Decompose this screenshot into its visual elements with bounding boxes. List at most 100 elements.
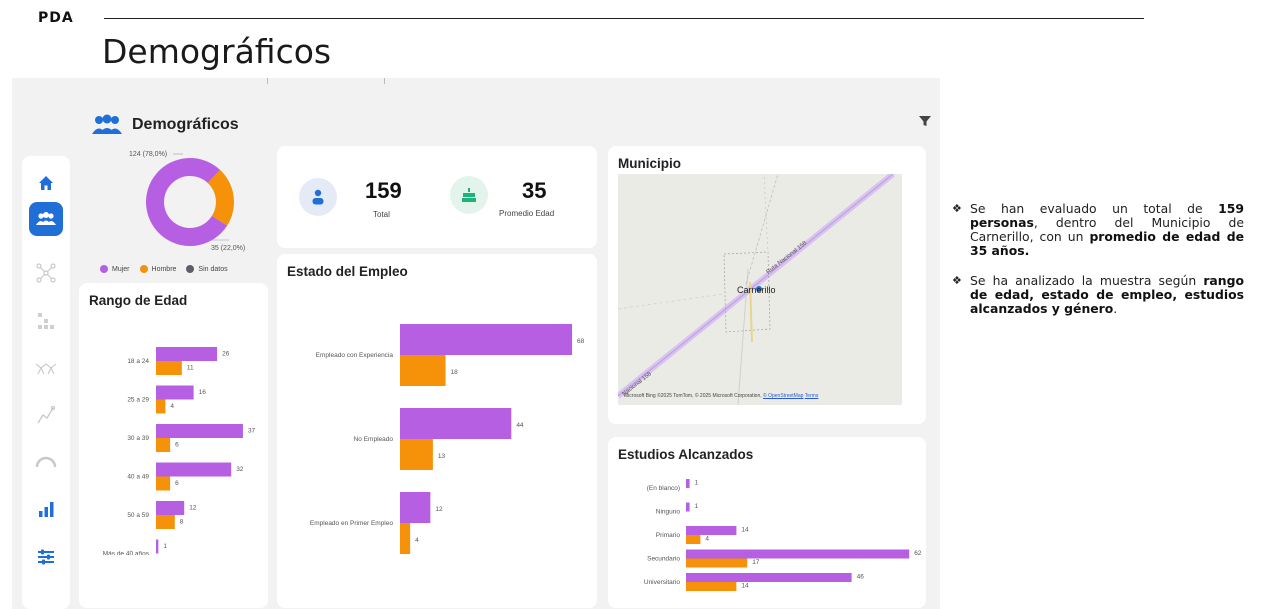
legend-item-sin-datos: Sin datos (186, 265, 228, 273)
note-run: . (1113, 301, 1118, 316)
rango-edad-chart: 18 a 24261125 a 2916430 a 3937640 a 4932… (103, 347, 256, 556)
estudios-chart: (En blanco) 1 Ninguno 1 Primario 14 4 Secundari… (644, 479, 922, 591)
bar-mujer (156, 424, 243, 438)
dashboard-title: Demográficos (132, 116, 239, 133)
bar-mujer (156, 385, 194, 400)
data-label: 18 (451, 369, 459, 376)
terms-link[interactable]: Terms (805, 393, 819, 399)
sidebar-item-home[interactable] (29, 166, 63, 200)
bar-hombre (400, 355, 446, 386)
osm-link[interactable]: © OpenStreetMap (763, 393, 803, 399)
data-label: 4 (705, 536, 709, 543)
age-label: Promedio Edad (499, 209, 555, 218)
divider (267, 78, 268, 84)
data-label: 13 (438, 453, 446, 460)
note-paragraph-1: ❖ Se han evaluado un total de 159 persona… (952, 202, 1244, 258)
category-label: Empleado en Primer Empleo (310, 520, 393, 527)
category-label: Universitario (644, 579, 681, 586)
bar-mujer (686, 526, 737, 535)
data-label: 37 (248, 428, 256, 435)
sidebar-item-demograficos[interactable] (29, 202, 63, 236)
sidebar-item-settings[interactable] (29, 540, 63, 574)
slide: PDA Demográficos Demográficos 124 (78,0%… (0, 0, 1265, 609)
data-label: 12 (189, 505, 197, 512)
empleo-chart: Empleado con Experiencia 68 18 No Empleado 4… (310, 324, 585, 554)
bar-hombre (400, 523, 411, 554)
category-label: Secundario (647, 556, 680, 563)
data-label: 6 (175, 480, 179, 487)
note-text: Se han evaluado un total de 159 personas… (970, 201, 1244, 258)
sidebar-item-bar-chart[interactable] (29, 492, 63, 526)
category-label: 18 a 24 (127, 358, 149, 365)
data-label: 32 (236, 466, 244, 473)
category-label: 50 a 59 (127, 512, 149, 519)
data-label: 12 (435, 506, 443, 513)
person-icon (312, 189, 324, 205)
dashboard-header: Demográficos (90, 114, 239, 136)
map-attribution: Microsoft Bing ©2025 TomTom, © 2025 Micr… (624, 393, 818, 399)
gender-legend: Mujer Hombre Sin datos (100, 265, 228, 273)
slide-title: Demográficos (102, 32, 332, 71)
kpi-card: 159 Total 35 Promedio Edad (277, 146, 597, 248)
bar-hombre (156, 438, 171, 452)
mesh-icon (35, 363, 57, 375)
rango-edad-card: Rango de Edad 18 a 24 26 11 25 a 29 16 4 30 a … (79, 283, 268, 608)
category-label: No Empleado (354, 436, 394, 443)
legend-label: Mujer (112, 265, 130, 273)
cake-icon-circle (450, 176, 488, 214)
grid-icon (38, 313, 54, 329)
bullet-icon: ❖ (952, 202, 962, 215)
bar-mujer (686, 549, 910, 559)
estudios-title: Estudios Alcanzados (618, 447, 754, 462)
sidebar-item-trend[interactable] (29, 398, 63, 432)
bar-mujer (686, 479, 690, 488)
bar-hombre (156, 515, 175, 529)
data-label: 1 (695, 480, 699, 487)
map[interactable]: Ruta Nacional 158 Nacional 158 Carnerill… (618, 174, 902, 405)
map-canvas: Ruta Nacional 158 Nacional 158 Carnerill… (618, 174, 902, 405)
gauge-icon (35, 456, 57, 468)
category-label: (En blanco) (647, 485, 680, 492)
data-label: 4 (170, 403, 174, 410)
gender-donut-chart: 124 (78,0%) 35 (22,0%) (129, 151, 245, 252)
legend-label: Hombre (151, 265, 177, 273)
bar-mujer (400, 408, 512, 439)
bar-hombre (156, 399, 166, 414)
donut-label-mujer: 124 (78,0%) (129, 151, 167, 158)
sidebar-item-network[interactable] (29, 256, 63, 290)
sidebar-item-gauge[interactable] (29, 444, 63, 478)
category-label: 40 a 49 (127, 474, 149, 481)
total-value: 159 (365, 178, 402, 203)
filter-icon[interactable] (918, 114, 932, 128)
people-icon (36, 212, 56, 225)
age-value: 35 (522, 178, 547, 203)
legend-item-mujer: Mujer (100, 265, 130, 273)
data-label: 26 (222, 351, 230, 358)
sidebar (22, 156, 70, 609)
category-label: Más de 40 años (103, 551, 150, 556)
person-icon-circle (299, 178, 337, 216)
category-label: 25 a 29 (127, 397, 149, 404)
data-label: 44 (516, 422, 524, 429)
bar-mujer (686, 573, 852, 582)
municipio-card: Municipio Ruta Nacional 158 Nacional 158… (608, 146, 926, 424)
sidebar-item-mesh[interactable] (29, 352, 63, 386)
bar-mujer (156, 501, 185, 515)
data-label: 11 (187, 365, 194, 372)
category-label: 30 a 39 (127, 435, 149, 442)
category-label: Ninguno (656, 509, 681, 516)
legend-label: Sin datos (198, 265, 228, 273)
note-run: Se han evaluado un total de (970, 201, 1219, 216)
total-label: Total (373, 210, 390, 219)
ms-logo: Microsoft Bing (624, 393, 656, 399)
data-label: 6 (175, 442, 179, 449)
data-label: 14 (741, 527, 749, 534)
sidebar-item-grid[interactable] (29, 304, 63, 338)
bar-hombre (686, 582, 737, 591)
bar-mujer (400, 492, 431, 523)
data-label: 14 (741, 583, 749, 590)
estudios-card: Estudios Alcanzados (En blanco) 1 Ninguno 1… (608, 437, 926, 608)
bullet-icon: ❖ (952, 274, 962, 287)
bar-mujer (156, 462, 232, 477)
bar-hombre (686, 558, 748, 568)
